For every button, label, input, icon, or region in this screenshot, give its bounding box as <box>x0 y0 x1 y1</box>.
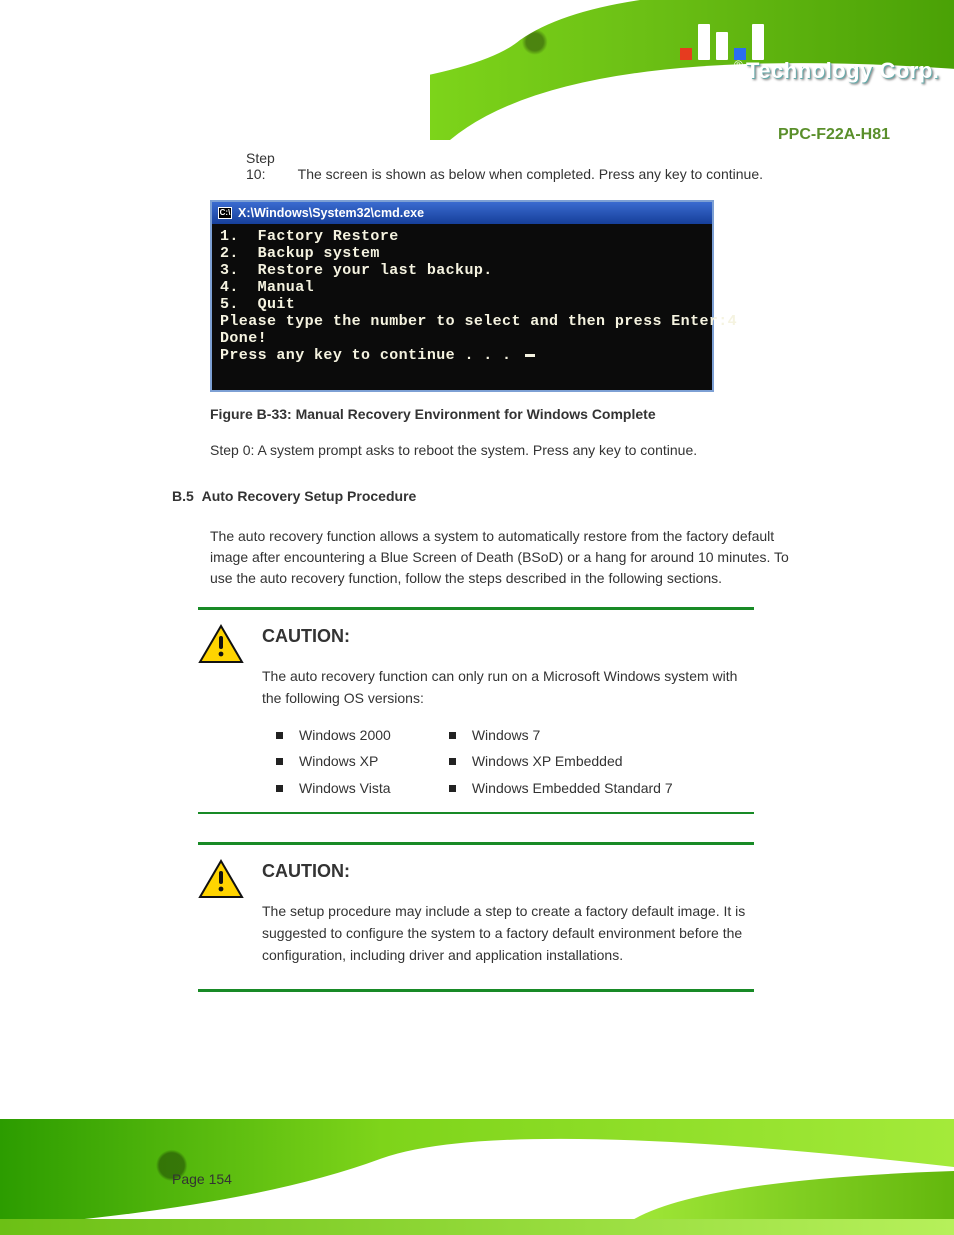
divider <box>198 607 754 610</box>
section-heading: B.5 Auto Recovery Setup Procedure <box>172 488 954 504</box>
step-text: The screen is shown as below when comple… <box>298 166 763 182</box>
logo-dot-red <box>680 48 692 60</box>
caution-label: CAUTION: <box>262 861 754 882</box>
os-item: Windows Vista <box>299 775 391 802</box>
section-title: Auto Recovery Setup Procedure <box>202 488 417 504</box>
registered-mark: ® <box>734 58 743 72</box>
page-content: Step 10: The screen is shown as below wh… <box>0 150 954 992</box>
cmd-line: Done! <box>220 330 704 347</box>
os-item: Windows Embedded Standard 7 <box>472 775 673 802</box>
os-item: Windows 7 <box>472 722 540 749</box>
cmd-titlebar: C:\ X:\Windows\System32\cmd.exe <box>212 202 712 224</box>
cmd-line: 2. Backup system <box>220 245 704 262</box>
cmd-line: 1. Factory Restore <box>220 228 704 245</box>
cmd-window: C:\ X:\Windows\System32\cmd.exe 1. Facto… <box>210 200 714 392</box>
warning-icon <box>198 624 244 664</box>
caution-box-2: CAUTION: The setup procedure may include… <box>198 859 754 967</box>
caution-box-1: CAUTION: The auto recovery function can … <box>198 624 754 802</box>
bullet-icon <box>449 785 456 792</box>
section-number: B.5 <box>172 488 194 504</box>
os-item: Windows XP Embedded <box>472 748 623 775</box>
step-11: Step 0: A system prompt asks to reboot t… <box>210 442 770 458</box>
cmd-line: 5. Quit <box>220 296 704 313</box>
logo-bar <box>716 32 728 60</box>
brand-logo <box>680 24 764 60</box>
cmd-title-path: X:\Windows\System32\cmd.exe <box>238 206 424 220</box>
bullet-icon <box>276 732 283 739</box>
bullet-icon <box>276 758 283 765</box>
section-description: The auto recovery function allows a syst… <box>210 526 790 589</box>
cmd-icon: C:\ <box>218 207 232 219</box>
figure-cmd-window: C:\ X:\Windows\System32\cmd.exe 1. Facto… <box>210 200 714 392</box>
page-footer: Page 154 <box>0 1100 954 1235</box>
bullet-icon <box>276 785 283 792</box>
bullet-icon <box>449 732 456 739</box>
caution-text: The auto recovery function can only run … <box>262 665 754 710</box>
os-list: Windows 2000 Windows XP Windows Vista Wi… <box>276 722 754 802</box>
brand-name: Technology Corp. <box>746 58 939 84</box>
cursor-icon <box>525 354 535 357</box>
divider <box>198 812 754 814</box>
divider <box>198 989 754 992</box>
cmd-line: Please type the number to select and the… <box>220 313 704 330</box>
cmd-line: Press any key to continue . . . <box>220 347 704 364</box>
bullet-icon <box>449 758 456 765</box>
logo-bar <box>698 24 710 60</box>
cmd-line: 4. Manual <box>220 279 704 296</box>
cmd-line: 3. Restore your last backup. <box>220 262 704 279</box>
caution-label: CAUTION: <box>262 626 754 647</box>
logo-bar <box>752 24 764 60</box>
step-10: Step 10: The screen is shown as below wh… <box>246 150 786 182</box>
cmd-body: 1. Factory Restore 2. Backup system 3. R… <box>212 224 712 390</box>
warning-icon <box>198 859 244 899</box>
os-item: Windows XP <box>299 748 378 775</box>
gloss <box>0 1100 954 1108</box>
os-item: Windows 2000 <box>299 722 391 749</box>
page-header: ® Technology Corp. PPC-F22A-H81 <box>0 0 954 140</box>
caution-text: The setup procedure may include a step t… <box>262 900 754 967</box>
figure-caption: Figure B-33: Manual Recovery Environment… <box>210 406 954 422</box>
step-number: Step 10: <box>246 150 294 182</box>
footer-stripe <box>0 1219 954 1235</box>
divider <box>198 842 754 845</box>
product-model: PPC-F22A-H81 <box>778 126 890 144</box>
page-number-label: Page 154 <box>172 1171 232 1187</box>
